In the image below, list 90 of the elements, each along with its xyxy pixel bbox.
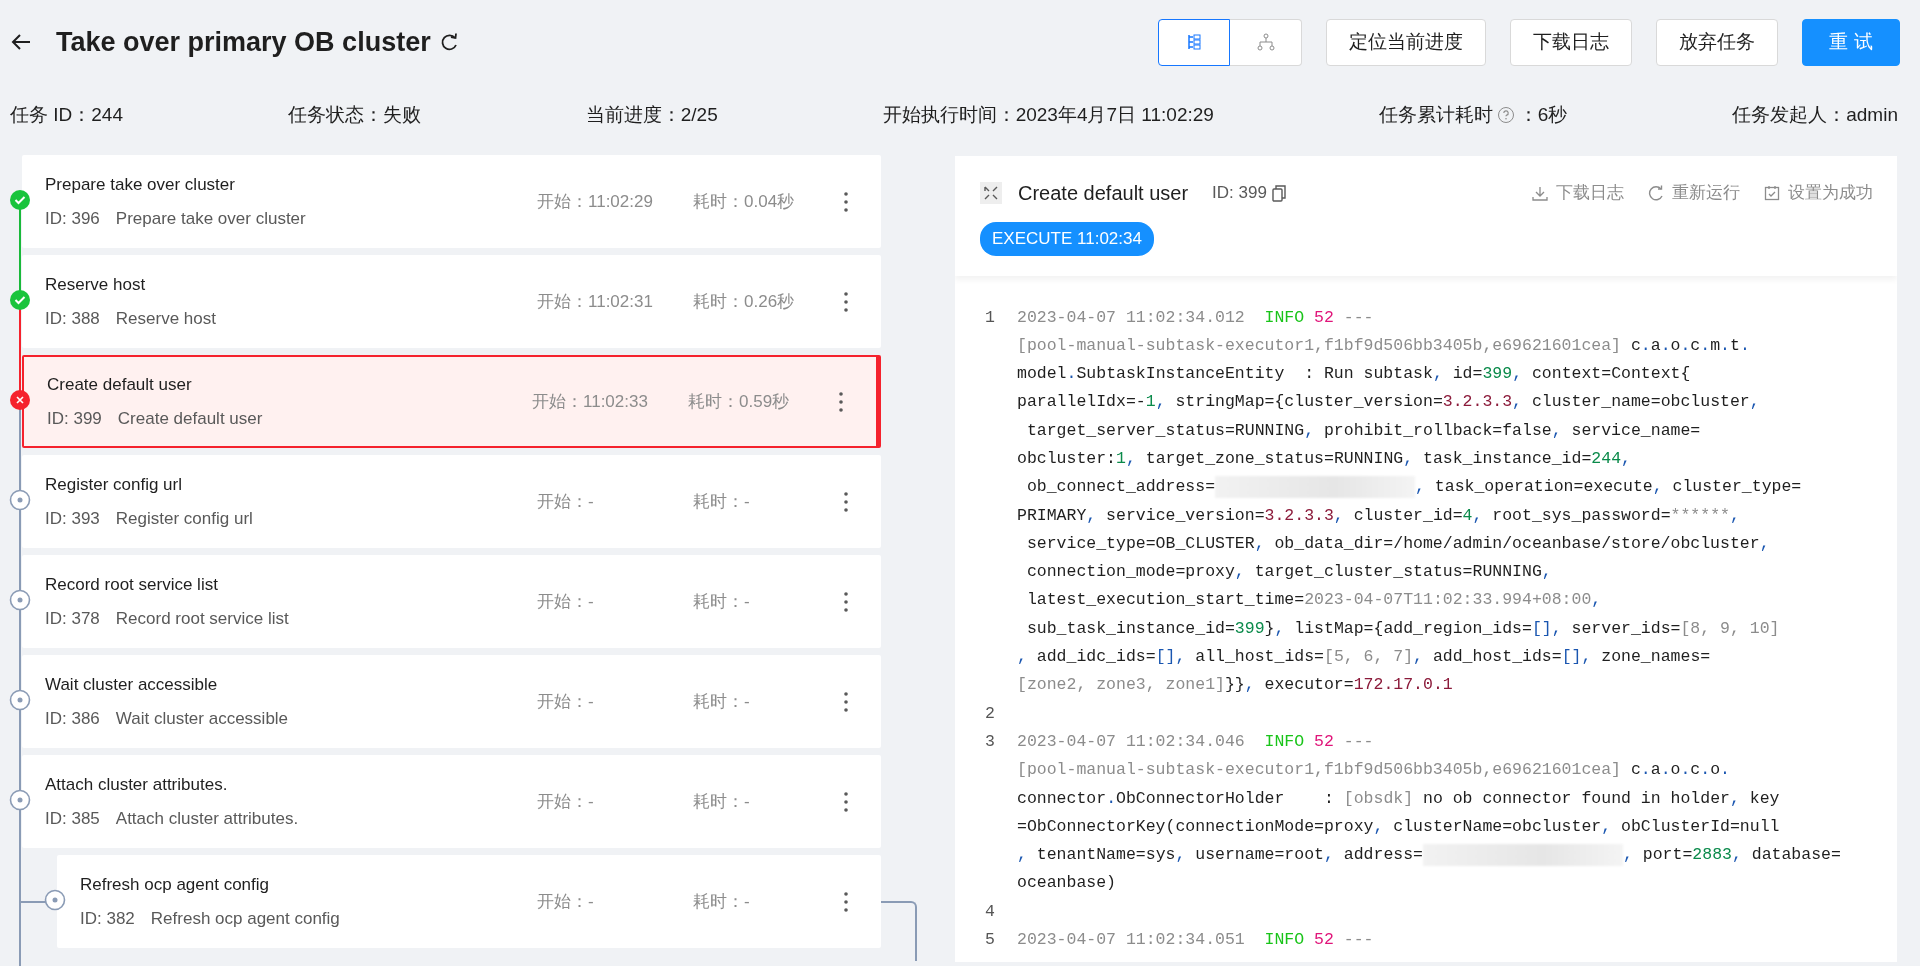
info-value: ：6秒 (1518, 102, 1568, 127)
start-time: 开始：11:02:31 (537, 291, 653, 311)
line-number: 2 (985, 702, 996, 725)
start-time: 开始：- (537, 791, 594, 811)
duration: 耗时：0.26秒 (693, 291, 795, 311)
task-id: ID: 399 (47, 407, 102, 430)
tree-icon (1256, 33, 1275, 51)
line-number: 1 (985, 306, 996, 329)
task-card[interactable]: Refresh ocp agent config ID: 382 Refresh ocp agent config 开始：- 耗时：- (57, 855, 881, 948)
rerun-icon (1648, 185, 1664, 201)
task-title: Reserve host (45, 274, 147, 296)
task-description: Refresh ocp agent config (150, 907, 340, 930)
task-title: Prepare take over cluster (45, 174, 236, 196)
duration: 耗时：- (693, 591, 750, 611)
more-icon[interactable] (843, 590, 849, 613)
task-card[interactable]: Attach cluster attributes. ID: 385 Attach cluster attributes. 开始：- 耗时：- (22, 755, 881, 848)
info-field: 任务累计耗时 (1378, 100, 1493, 130)
task-id: ID: 385 (45, 807, 100, 830)
branch-connector (881, 901, 917, 961)
download-icon (1532, 185, 1548, 201)
start-time: 开始：- (537, 591, 594, 611)
task-title: Refresh ocp agent config (80, 874, 270, 896)
task-description: Wait cluster accessible (115, 707, 289, 730)
line-number: 4 (985, 900, 996, 923)
copy-icon[interactable] (1270, 184, 1287, 202)
line-number: 5 (985, 929, 996, 952)
task-id: ID: 382 (80, 907, 135, 930)
header-button[interactable]: 下载日志 (1510, 18, 1632, 66)
header-button[interactable]: 定位当前进度 (1326, 18, 1486, 66)
duration: 耗时：- (693, 491, 750, 511)
task-card[interactable]: Reserve host ID: 388 Reserve host 开始：11:02:31 耗时：0.26秒 (22, 255, 881, 348)
detail-id: ID: 399 (1212, 182, 1267, 205)
more-icon[interactable] (843, 190, 849, 213)
page-title: Take over primary OB cluster (56, 25, 431, 59)
duration: 耗时：- (693, 791, 750, 811)
download-log-link[interactable]: 下载日志 (1532, 180, 1624, 206)
task-title: Record root service list (45, 574, 219, 596)
task-description: Create default user (117, 407, 263, 430)
task-description: Record root service list (115, 607, 289, 630)
help-icon[interactable] (1496, 106, 1515, 124)
task-id: ID: 386 (45, 707, 100, 730)
duration: 耗时：- (693, 691, 750, 711)
line-number: 3 (985, 730, 996, 753)
task-description: Register config url (115, 507, 253, 530)
task-id: ID: 393 (45, 507, 100, 530)
start-time: 开始：11:02:33 (532, 391, 648, 411)
task-id: ID: 378 (45, 607, 100, 630)
start-time: 开始：- (537, 691, 594, 711)
task-description: Reserve host (115, 307, 216, 330)
more-icon[interactable] (838, 390, 844, 413)
detail-title: Create default user (1018, 181, 1189, 206)
info-field: 任务 ID：244 (10, 100, 123, 130)
task-title: Wait cluster accessible (45, 674, 219, 696)
more-icon[interactable] (843, 690, 849, 713)
task-card[interactable]: Wait cluster accessible ID: 386 Wait cluster accessible 开始：- 耗时：- (22, 655, 881, 748)
task-description: Prepare take over cluster (115, 207, 306, 230)
info-field: 当前进度：2/25 (585, 100, 718, 130)
info-field: 开始执行时间：2023年4月7日 11:02:29 (882, 100, 1214, 130)
task-card[interactable]: Record root service list ID: 378 Record root service list 开始：- 耗时：- (22, 555, 881, 648)
task-id: ID: 388 (45, 307, 100, 330)
start-time: 开始：- (537, 491, 594, 511)
mark-success-link[interactable]: 设置为成功 (1764, 180, 1873, 206)
task-title: Attach cluster attributes. (45, 774, 229, 796)
duration: 耗时：0.59秒 (688, 391, 790, 411)
list-view-button[interactable] (1158, 18, 1230, 66)
more-icon[interactable] (843, 490, 849, 513)
info-field: 任务发起人：admin (1732, 100, 1898, 130)
duration: 耗时：- (693, 891, 750, 911)
log-entry: 2023-04-07 11:02:34.046 INFO 52 --- [pool-manual-subtask-executor1,f1bf9d506bb3405b,e69621601cea] c.a.o.c.o. connector.ObConnectorHolder : [obsdk] no ob connector found in holder, key =ObConnectorKey(connectionMode=proxy, clusterName=obcluster, obClusterId=null , tenantName=sys, username=root, address= , port=2883, database= oceanbase) (1017, 730, 1841, 895)
more-icon[interactable] (843, 290, 849, 313)
more-icon[interactable] (843, 790, 849, 813)
execute-badge: EXECUTE 11:02:34 (980, 222, 1154, 256)
log-entry: 2023-04-07 11:02:34.051 INFO 52 --- (1017, 929, 1374, 952)
more-icon[interactable] (843, 890, 849, 913)
task-card[interactable]: Prepare take over cluster ID: 396 Prepare take over cluster 开始：11:02:29 耗时：0.04秒 (22, 155, 881, 248)
start-time: 开始：11:02:29 (537, 191, 653, 211)
task-title: Register config url (45, 474, 183, 496)
task-title: Create default user (47, 374, 193, 396)
collapse-icon[interactable] (980, 182, 1002, 204)
checkbox-calendar-icon (1764, 185, 1780, 201)
duration: 耗时：0.04秒 (693, 191, 795, 211)
header-button[interactable]: 放弃任务 (1656, 18, 1778, 66)
info-field: 任务状态：失败 (287, 100, 421, 130)
task-card[interactable]: Register config url ID: 393 Register config url 开始：- 耗时：- (22, 455, 881, 548)
start-time: 开始：- (537, 891, 594, 911)
task-description: Attach cluster attributes. (115, 807, 299, 830)
task-card[interactable]: Create default user ID: 399 Create default user 开始：11:02:33 耗时：0.59秒 (22, 355, 881, 448)
log-entry: 2023-04-07 11:02:34.012 INFO 52 --- [pool-manual-subtask-executor1,f1bf9d506bb3405b,e69621601cea] c.a.o.c.m.t. model.SubtaskInstanceEntity : Run subtask, id=399, context=Context{ parallelIdx=-1, stringMap={cluster_version=3.2.3.3, cluster_name=obcluster, target_server_status=RUNNING, prohibit_rollback=false, service_name= obcluster:1, target_zone_status=RUNNING, task_instance_id=244, ob_connect_address= , task_operation=execute, cluster_type= PRIMARY, service_version=3.2.3.3, cluster_id=4, root_sys_password=******, service_type=OB_CLUSTER, ob_data_dir=/home/admin/oceanbase/store/obcluster, connection_mode=proxy, target_cluster_status=RUNNING, latest_execution_start_time=2023-04-07T11:02:33.994+08:00, sub_task_instance_id=399}, listMap={add_region_ids=[], server_ids=[8, 9, 10] , add_idc_ids=[], all_host_ids=[5, 6, 7], add_host_ids=[], zone_names= [zone2, zone3, zone1]}}, executor=172.17.0.1 (1017, 306, 1802, 697)
task-id: ID: 396 (45, 207, 100, 230)
list-icon (1185, 33, 1203, 51)
